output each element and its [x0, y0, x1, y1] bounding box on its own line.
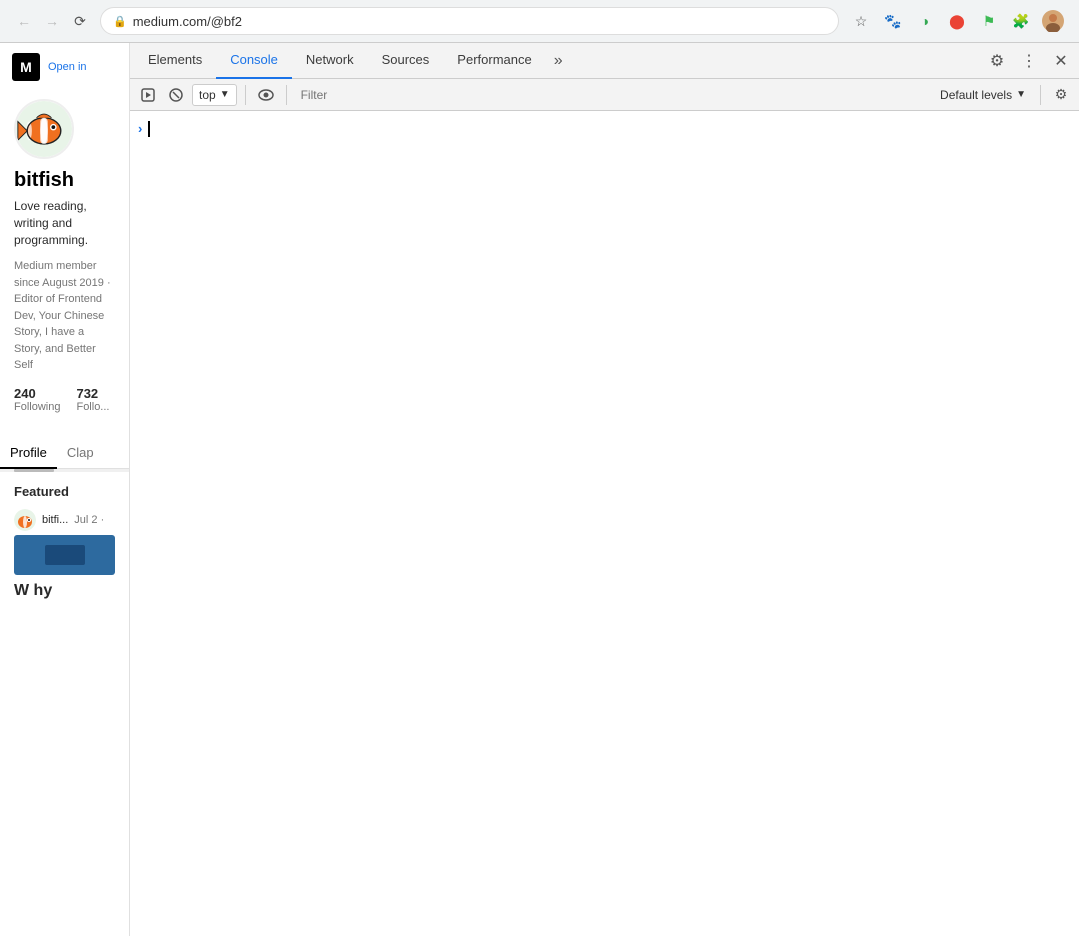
- devtools-actions: ⚙ ⋮ ✕: [983, 47, 1075, 75]
- eye-icon: [258, 89, 274, 101]
- toolbar-separator: [245, 85, 246, 105]
- address-bar[interactable]: 🔒 medium.com/@bf2: [100, 7, 839, 35]
- stats-row: 240 Following 732 Follo...: [14, 386, 115, 413]
- following-stat[interactable]: 240 Following: [14, 386, 60, 413]
- bio: Love reading, writing and programming.: [14, 198, 115, 248]
- following-label: Following: [14, 401, 60, 413]
- article-image: [14, 535, 115, 575]
- author-avatar: [14, 509, 36, 531]
- tab-clap[interactable]: Clap: [57, 437, 104, 468]
- extensions-button[interactable]: 🧩: [1007, 7, 1035, 35]
- filter-input[interactable]: [295, 84, 930, 106]
- author-avatar-icon: [14, 509, 36, 531]
- console-settings-button[interactable]: ⚙: [1049, 83, 1073, 107]
- context-dropdown-icon: ▼: [220, 89, 230, 100]
- browser-chrome: ← → ⟳ 🔒 medium.com/@bf2 ☆ 🐾 ◑ ⬤ ⚑ 🧩: [0, 0, 1079, 43]
- console-toolbar: top ▼ Default levels ▼ ⚙: [130, 79, 1079, 111]
- devtools-more-button[interactable]: ⋮: [1015, 47, 1043, 75]
- tab-network[interactable]: Network: [292, 43, 368, 79]
- console-area[interactable]: ›: [130, 111, 1079, 936]
- nav-buttons: ← → ⟳: [12, 9, 92, 33]
- toolbar-separator-3: [1040, 85, 1041, 105]
- levels-chevron-icon: ▼: [1016, 89, 1026, 100]
- author-name: bitfi...: [42, 514, 68, 526]
- play-icon: [141, 88, 155, 102]
- tab-sources[interactable]: Sources: [368, 43, 444, 79]
- extension-btn-4[interactable]: ⚑: [975, 7, 1003, 35]
- followers-label: Follo...: [76, 401, 109, 413]
- reload-button[interactable]: ⟳: [68, 9, 92, 33]
- user-avatar-icon: [1042, 10, 1064, 32]
- context-selector[interactable]: top ▼: [192, 84, 237, 106]
- devtools-close-button[interactable]: ✕: [1047, 47, 1075, 75]
- avatar: [14, 99, 74, 159]
- article-title: W hy: [14, 581, 115, 602]
- console-prompt-icon: ›: [138, 121, 142, 136]
- eye-button[interactable]: [254, 83, 278, 107]
- username: bitfish: [14, 169, 115, 192]
- tab-console[interactable]: Console: [216, 43, 292, 79]
- clear-icon: [169, 88, 183, 102]
- lock-icon: 🔒: [113, 15, 127, 28]
- article-author-row: bitfi... Jul 2 ·: [14, 509, 115, 531]
- medium-logo: M: [12, 53, 40, 81]
- bookmark-button[interactable]: ☆: [847, 7, 875, 35]
- article-date: Jul 2 ·: [74, 514, 104, 526]
- url-text: medium.com/@bf2: [133, 14, 242, 29]
- more-tabs-button[interactable]: »: [546, 43, 571, 79]
- run-script-button[interactable]: [136, 83, 160, 107]
- featured-article[interactable]: bitfi... Jul 2 · W hy: [14, 509, 115, 602]
- extension-btn-3[interactable]: ⬤: [943, 7, 971, 35]
- featured-section: Featured bitfi... Jul 2 ·: [0, 472, 129, 614]
- following-count: 240: [14, 386, 60, 401]
- featured-title: Featured: [14, 484, 115, 499]
- clear-console-button[interactable]: [164, 83, 188, 107]
- medium-header: M Open in: [0, 43, 129, 91]
- browser-toolbar: ← → ⟳ 🔒 medium.com/@bf2 ☆ 🐾 ◑ ⬤ ⚑ 🧩: [0, 0, 1079, 42]
- context-value: top: [199, 88, 216, 102]
- extension-btn-1[interactable]: 🐾: [879, 7, 907, 35]
- medium-panel: M Open in: [0, 43, 130, 936]
- open-in-button[interactable]: Open in: [48, 61, 87, 73]
- followers-stat[interactable]: 732 Follo...: [76, 386, 109, 413]
- devtools-settings-button[interactable]: ⚙: [983, 47, 1011, 75]
- profile-tabs: Profile Clap: [0, 437, 129, 469]
- console-cursor: [148, 121, 150, 137]
- levels-dropdown[interactable]: Default levels ▼: [934, 84, 1032, 106]
- browser-actions: ☆ 🐾 ◑ ⬤ ⚑ 🧩: [847, 7, 1067, 35]
- devtools-tabs-bar: Elements Console Network Sources Perform…: [130, 43, 1079, 79]
- main-layout: M Open in: [0, 43, 1079, 936]
- meta-info: Medium member since August 2019 · Editor…: [14, 258, 115, 374]
- tab-performance[interactable]: Performance: [443, 43, 545, 79]
- tab-profile[interactable]: Profile: [0, 437, 57, 468]
- extension-btn-2[interactable]: ◑: [911, 7, 939, 35]
- console-input-row: ›: [130, 115, 1079, 141]
- tab-indicator: [14, 469, 54, 472]
- profile-button[interactable]: [1039, 7, 1067, 35]
- toolbar-separator-2: [286, 85, 287, 105]
- levels-label: Default levels: [940, 88, 1012, 102]
- forward-button[interactable]: →: [40, 9, 64, 33]
- profile-section: bitfish Love reading, writing and progra…: [0, 91, 129, 437]
- devtools-panel: Elements Console Network Sources Perform…: [130, 43, 1079, 936]
- tab-elements[interactable]: Elements: [134, 43, 216, 79]
- profile-avatar-image: [16, 101, 72, 157]
- followers-count: 732: [76, 386, 109, 401]
- back-button[interactable]: ←: [12, 9, 36, 33]
